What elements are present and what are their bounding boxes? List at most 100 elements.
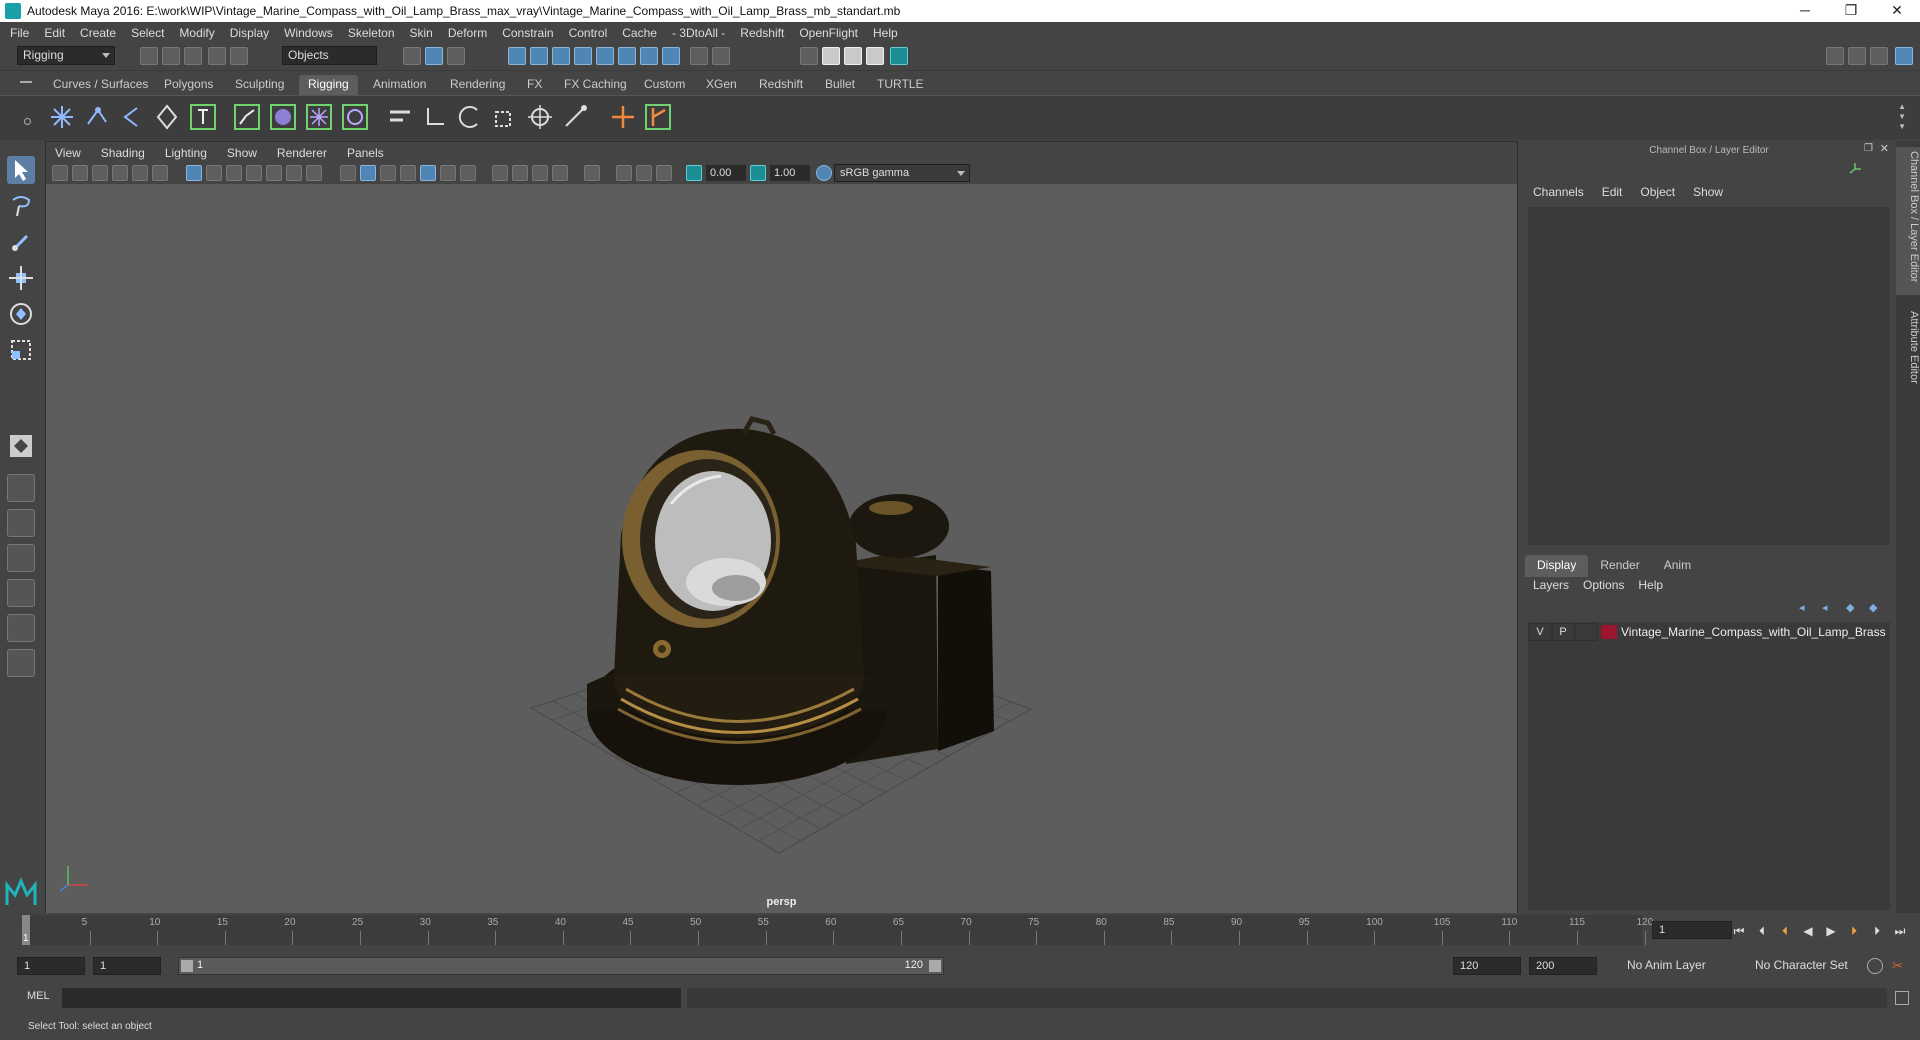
menu-skin[interactable]: Skin (410, 26, 433, 40)
parent-constraint-icon[interactable] (385, 102, 415, 132)
layer-color-swatch[interactable] (1601, 625, 1617, 639)
channel-box-menu-object[interactable]: Object (1640, 185, 1675, 199)
shelf-settings-icon[interactable] (24, 118, 31, 125)
menu-select[interactable]: Select (131, 26, 164, 40)
script-editor-icon[interactable] (1895, 991, 1909, 1005)
layer-name[interactable]: Vintage_Marine_Compass_with_Oil_Lamp_Bra… (1621, 625, 1886, 639)
menu-display[interactable]: Display (230, 26, 269, 40)
gamma-icon[interactable] (750, 165, 766, 181)
anim-layer-dropdown[interactable]: No Anim Layer (1622, 957, 1742, 976)
menu-redshift[interactable]: Redshift (740, 26, 784, 40)
lock-icon[interactable] (690, 47, 708, 65)
film-gate-icon[interactable] (206, 165, 222, 181)
skeleton-icon[interactable] (188, 102, 218, 132)
render-view-icon[interactable] (800, 47, 818, 65)
tab-fx[interactable]: FX (518, 75, 551, 95)
depth-of-field-icon[interactable] (552, 165, 568, 181)
show-manipulator-icon[interactable] (7, 432, 35, 460)
select-tool-icon[interactable] (7, 156, 35, 184)
move-tool-icon[interactable] (7, 264, 35, 292)
four-pane-layout-icon[interactable] (7, 509, 35, 537)
tab-display[interactable]: Display (1525, 555, 1589, 577)
time-slider-track[interactable]: 1 5 10 15 20 25 30 35 40 45 50 55 60 65 70 75 80 85 90 95 1… (22, 915, 1653, 945)
smooth-shade-icon[interactable] (360, 165, 376, 181)
tab-animation[interactable]: Animation (364, 75, 435, 95)
shelf-scroll-icon[interactable]: ▲ ▼ ▼ (1898, 102, 1906, 132)
color-space-dropdown[interactable]: sRGB gamma (834, 164, 970, 182)
range-slider[interactable]: 1 120 (178, 957, 944, 975)
point-constraint-icon[interactable] (420, 102, 450, 132)
selection-mode-dropdown[interactable]: Objects (282, 46, 377, 65)
viewport-menu-renderer[interactable]: Renderer (277, 146, 327, 160)
channel-box-menu-edit[interactable]: Edit (1602, 185, 1623, 199)
render-frame-icon[interactable] (822, 47, 840, 65)
channel-box-area[interactable] (1528, 207, 1890, 545)
safe-action-icon[interactable] (286, 165, 302, 181)
lasso-tool-icon[interactable] (7, 192, 35, 220)
start-frame-field[interactable]: 1 (17, 957, 85, 975)
orient-constraint-icon[interactable] (455, 102, 485, 132)
render-settings-icon[interactable] (866, 47, 884, 65)
restore-button[interactable]: ❐ (1828, 0, 1874, 22)
gate-mask-icon[interactable] (246, 165, 262, 181)
range-end-handle[interactable] (929, 960, 941, 972)
menu-cache[interactable]: Cache (622, 26, 657, 40)
minimize-button[interactable]: ─ (1782, 0, 1828, 22)
ik-handle-icon[interactable] (82, 102, 112, 132)
xray-joints-icon[interactable] (616, 165, 632, 181)
step-forward-icon[interactable]: ⏵ (1869, 923, 1885, 939)
rotate-tool-icon[interactable] (7, 300, 35, 328)
ipr-render-icon[interactable] (844, 47, 862, 65)
menu-file[interactable]: File (10, 26, 29, 40)
menu-help[interactable]: Help (873, 26, 898, 40)
menu-skeleton[interactable]: Skeleton (348, 26, 395, 40)
close-button[interactable]: ✕ (1874, 0, 1920, 22)
viewport-menu-view[interactable]: View (55, 146, 81, 160)
xray-icon[interactable] (400, 165, 416, 181)
end-frame-field[interactable]: 200 (1529, 957, 1597, 975)
snap-view-plane-icon[interactable] (574, 47, 592, 65)
viewport-menu-panels[interactable]: Panels (347, 146, 384, 160)
tab-bullet[interactable]: Bullet (816, 75, 864, 95)
field-chart-icon[interactable] (266, 165, 282, 181)
attribute-editor-toggle-icon[interactable] (1848, 47, 1866, 65)
exposure-field[interactable]: 0.00 (706, 165, 746, 181)
snap-live-icon[interactable] (596, 47, 614, 65)
backface-culling-icon[interactable] (656, 165, 672, 181)
playback-end-field[interactable]: 120 (1453, 957, 1521, 975)
layer-type-toggle[interactable] (1575, 623, 1597, 641)
shelf-menu-icon[interactable] (20, 81, 32, 83)
snap-surface-icon[interactable] (618, 47, 636, 65)
menu-constrain[interactable]: Constrain (502, 26, 553, 40)
tab-polygons[interactable]: Polygons (155, 75, 222, 95)
tab-custom[interactable]: Custom (635, 75, 694, 95)
bind-skin-icon[interactable] (232, 102, 262, 132)
menu-modify[interactable]: Modify (179, 26, 214, 40)
outliner-layout-icon[interactable] (7, 614, 35, 642)
resolution-gate-icon[interactable] (226, 165, 242, 181)
textured-icon[interactable] (420, 165, 436, 181)
step-back-key-icon[interactable]: ⏴ (1777, 923, 1793, 939)
screen-space-ao-icon[interactable] (492, 165, 508, 181)
go-to-end-icon[interactable]: ⏭ (1892, 923, 1908, 939)
tab-fx-caching[interactable]: FX Caching (555, 75, 636, 95)
anti-aliasing-icon[interactable] (532, 165, 548, 181)
joint-tool-icon[interactable] (47, 102, 77, 132)
wireframe-on-shaded-icon[interactable] (380, 165, 396, 181)
float-panel-icon[interactable]: ❐ (1864, 143, 1873, 154)
snap-curve-icon[interactable] (530, 47, 548, 65)
viewport-menu-lighting[interactable]: Lighting (165, 146, 207, 160)
layer-playback-toggle[interactable]: P (1552, 623, 1574, 641)
bookmark-icon[interactable] (92, 165, 108, 181)
viewport-menu-show[interactable]: Show (227, 146, 257, 160)
menu-create[interactable]: Create (80, 26, 116, 40)
current-frame-field[interactable]: 1 (1652, 921, 1732, 939)
channel-box-toggle-icon[interactable] (1895, 47, 1913, 65)
construction-history-icon[interactable] (712, 47, 730, 65)
grid-toggle-icon[interactable] (186, 165, 202, 181)
menu-edit[interactable]: Edit (44, 26, 65, 40)
use-all-lights-icon[interactable] (440, 165, 456, 181)
layer-menu-help[interactable]: Help (1638, 578, 1663, 592)
tab-anim[interactable]: Anim (1652, 555, 1703, 577)
select-component-icon[interactable] (447, 47, 465, 65)
